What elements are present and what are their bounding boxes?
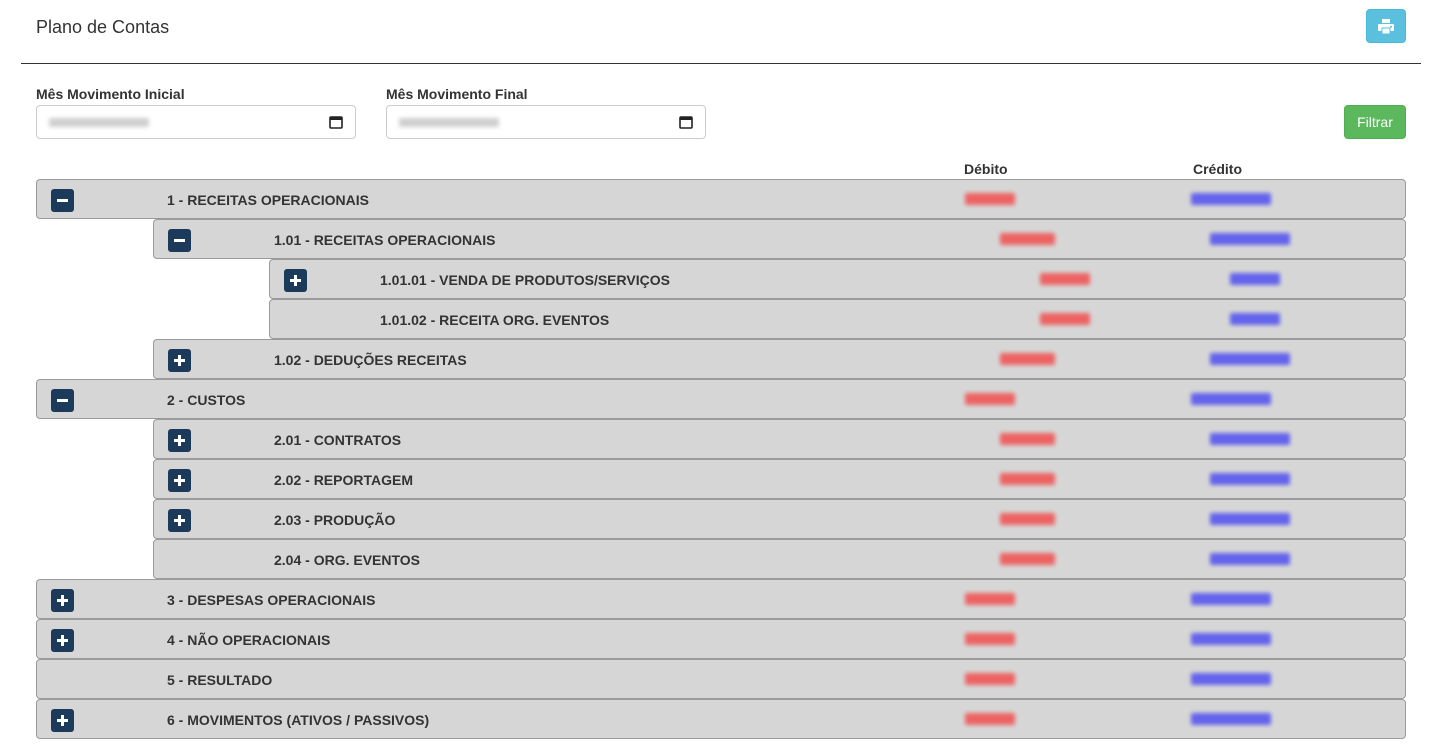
tree-row-label: 1.01.02 - RECEITA ORG. EVENTOS xyxy=(380,312,610,328)
tree-row-label: 1 - RECEITAS OPERACIONAIS xyxy=(167,192,369,208)
expand-icon[interactable] xyxy=(168,429,191,452)
debit-amount-redacted xyxy=(965,713,1015,725)
page-title: Plano de Contas xyxy=(36,17,170,37)
tree-row[interactable]: 1.02 - DEDUÇÕES RECEITAS xyxy=(153,339,1406,379)
tree-row-label: 6 - MOVIMENTOS (ATIVOS / PASSIVOS) xyxy=(167,712,430,728)
debit-amount-redacted xyxy=(1000,473,1055,485)
debit-amount-redacted xyxy=(1000,433,1055,445)
collapse-icon[interactable] xyxy=(168,229,191,252)
tree-row[interactable]: 1 - RECEITAS OPERACIONAIS xyxy=(36,179,1406,219)
end-month-value xyxy=(399,118,499,127)
credit-amount-redacted xyxy=(1210,433,1290,445)
tree-row-label: 4 - NÃO OPERACIONAIS xyxy=(167,632,331,648)
credit-amount-redacted xyxy=(1210,473,1290,485)
credit-column-header: Crédito xyxy=(1193,161,1242,177)
credit-amount-redacted xyxy=(1230,273,1280,285)
print-button[interactable] xyxy=(1366,9,1406,43)
debit-amount-redacted xyxy=(965,393,1015,405)
tree-row[interactable]: 1.01.01 - VENDA DE PRODUTOS/SERVIÇOS xyxy=(269,259,1406,299)
tree-row[interactable]: 2.03 - PRODUÇÃO xyxy=(153,499,1406,539)
tree-row-label: 2.01 - CONTRATOS xyxy=(274,432,402,448)
tree-row[interactable]: 3 - DESPESAS OPERACIONAIS xyxy=(36,579,1406,619)
tree-row[interactable]: 2 - CUSTOS xyxy=(36,379,1406,419)
collapse-icon[interactable] xyxy=(51,189,74,212)
credit-amount-redacted xyxy=(1191,593,1271,605)
expand-icon[interactable] xyxy=(51,589,74,612)
credit-amount-redacted xyxy=(1191,193,1271,205)
debit-column-header: Débito xyxy=(964,161,1008,177)
credit-amount-redacted xyxy=(1210,353,1290,365)
debit-amount-redacted xyxy=(965,193,1015,205)
debit-amount-redacted xyxy=(1000,353,1055,365)
debit-amount-redacted xyxy=(965,673,1015,685)
expand-icon[interactable] xyxy=(168,469,191,492)
tree-row-label: 1.01 - RECEITAS OPERACIONAIS xyxy=(274,232,496,248)
tree-row[interactable]: 1.01.02 - RECEITA ORG. EVENTOS xyxy=(269,299,1406,339)
expand-icon[interactable] xyxy=(51,709,74,732)
start-month-value xyxy=(49,118,149,127)
header-divider xyxy=(21,63,1421,64)
tree-row[interactable]: 2.02 - REPORTAGEM xyxy=(153,459,1406,499)
credit-amount-redacted xyxy=(1191,393,1271,405)
end-month-input[interactable] xyxy=(386,105,706,139)
tree-row[interactable]: 2.04 - ORG. EVENTOS xyxy=(153,539,1406,579)
tree-row-label: 2 - CUSTOS xyxy=(167,392,246,408)
expand-icon[interactable] xyxy=(51,629,74,652)
calendar-icon[interactable] xyxy=(679,115,693,129)
end-month-label: Mês Movimento Final xyxy=(386,86,528,102)
credit-amount-redacted xyxy=(1191,713,1271,725)
tree-row-label: 1.02 - DEDUÇÕES RECEITAS xyxy=(274,352,467,368)
debit-amount-redacted xyxy=(1040,313,1090,325)
credit-amount-redacted xyxy=(1210,233,1290,245)
debit-amount-redacted xyxy=(1000,513,1055,525)
credit-amount-redacted xyxy=(1230,313,1280,325)
debit-amount-redacted xyxy=(965,593,1015,605)
debit-amount-redacted xyxy=(1000,553,1055,565)
tree-row[interactable]: 1.01 - RECEITAS OPERACIONAIS xyxy=(153,219,1406,259)
tree-row-label: 2.03 - PRODUÇÃO xyxy=(274,512,396,528)
start-month-input[interactable] xyxy=(36,105,356,139)
tree-row-label: 2.02 - REPORTAGEM xyxy=(274,472,413,488)
expand-icon[interactable] xyxy=(168,509,191,532)
credit-amount-redacted xyxy=(1191,633,1271,645)
expand-icon[interactable] xyxy=(284,269,307,292)
credit-amount-redacted xyxy=(1210,553,1290,565)
print-icon xyxy=(1378,18,1394,34)
tree-row[interactable]: 5 - RESULTADO xyxy=(36,659,1406,699)
expand-icon[interactable] xyxy=(168,349,191,372)
credit-amount-redacted xyxy=(1210,513,1290,525)
tree-row-label: 5 - RESULTADO xyxy=(167,672,273,688)
tree-row-label: 1.01.01 - VENDA DE PRODUTOS/SERVIÇOS xyxy=(380,272,670,288)
credit-amount-redacted xyxy=(1191,673,1271,685)
collapse-icon[interactable] xyxy=(51,389,74,412)
debit-amount-redacted xyxy=(1040,273,1090,285)
start-month-label: Mês Movimento Inicial xyxy=(36,86,185,102)
tree-row-label: 2.04 - ORG. EVENTOS xyxy=(274,552,421,568)
tree-row[interactable]: 2.01 - CONTRATOS xyxy=(153,419,1406,459)
debit-amount-redacted xyxy=(965,633,1015,645)
tree-row[interactable]: 4 - NÃO OPERACIONAIS xyxy=(36,619,1406,659)
tree-row-label: 3 - DESPESAS OPERACIONAIS xyxy=(167,592,376,608)
tree-row[interactable]: 6 - MOVIMENTOS (ATIVOS / PASSIVOS) xyxy=(36,699,1406,739)
debit-amount-redacted xyxy=(1000,233,1055,245)
calendar-icon[interactable] xyxy=(329,115,343,129)
filter-button[interactable]: Filtrar xyxy=(1344,105,1406,139)
